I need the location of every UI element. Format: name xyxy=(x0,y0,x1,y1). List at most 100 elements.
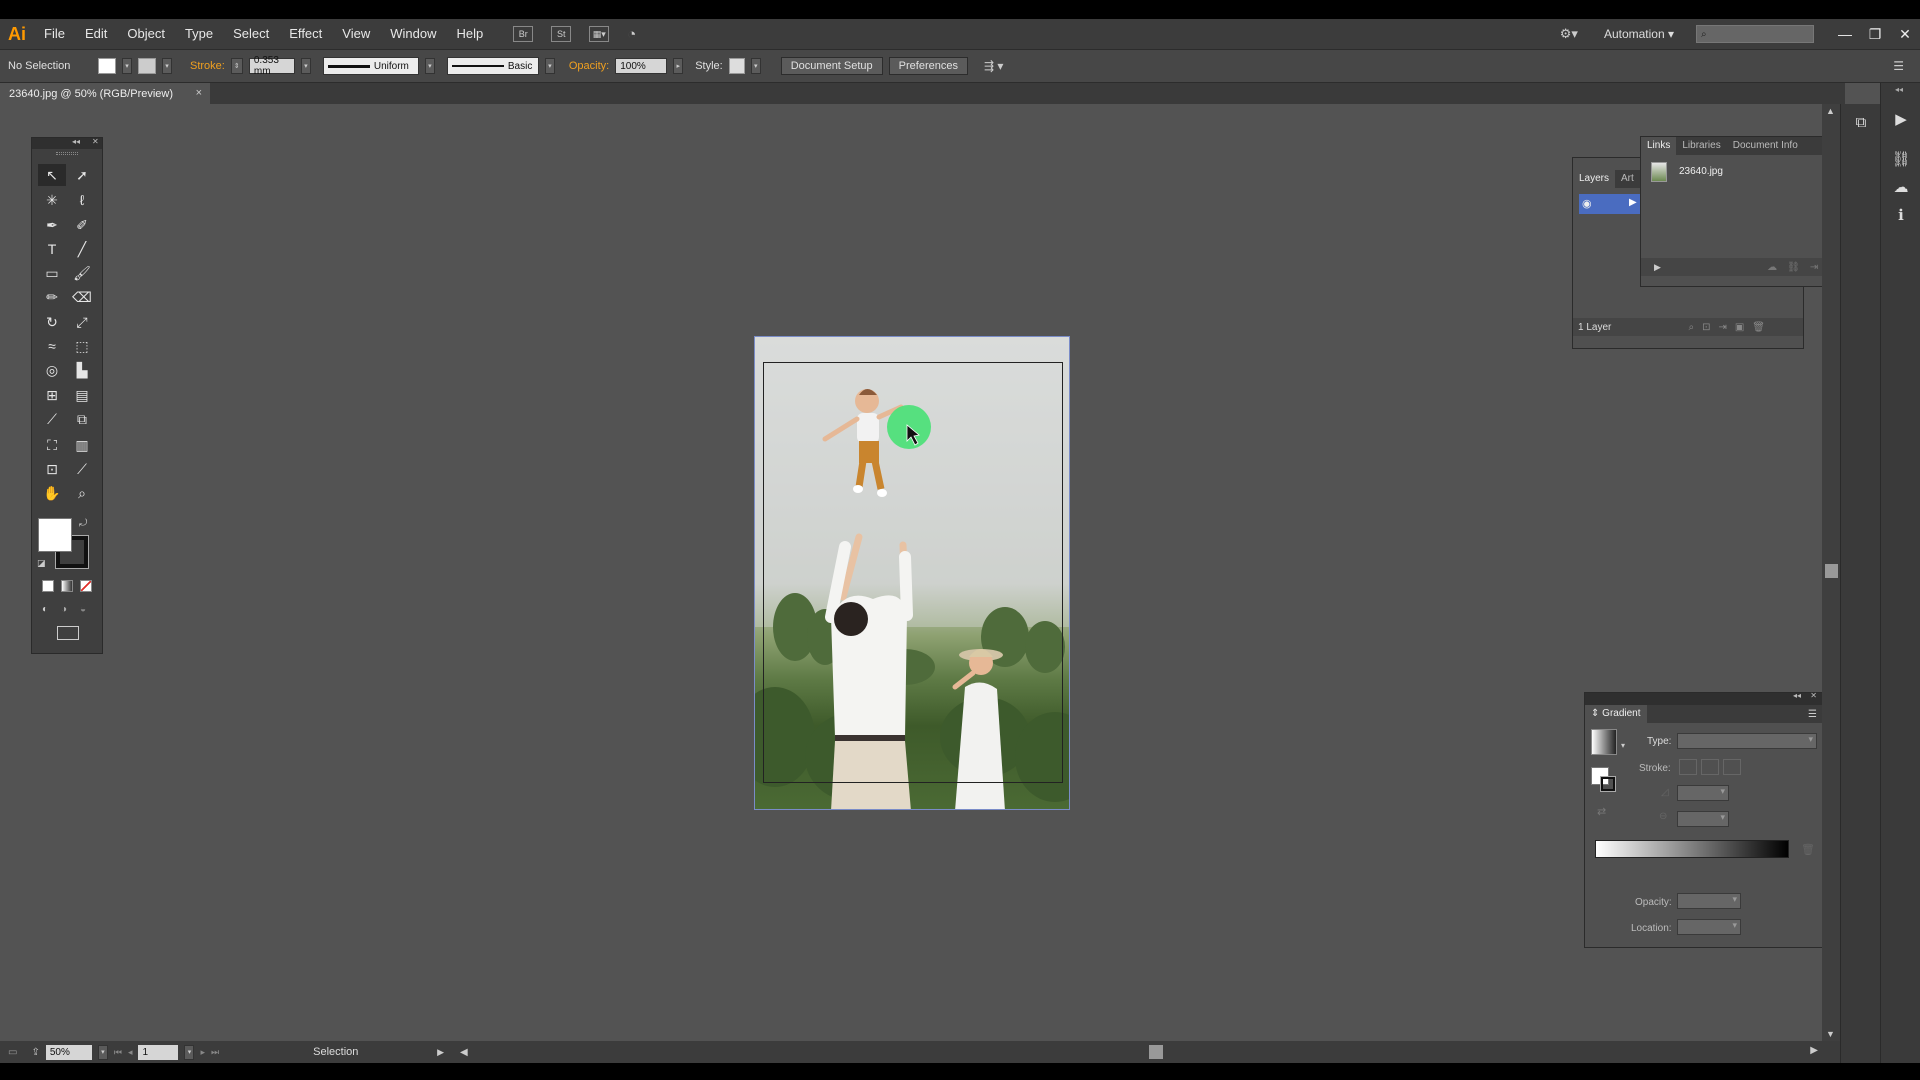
sync-icon[interactable]: ⚙▾ xyxy=(1560,26,1578,42)
show-link-info-icon[interactable]: ▶ xyxy=(1654,262,1661,273)
column-graph-tool-icon[interactable]: ▥ xyxy=(68,434,96,456)
document-tab[interactable]: 23640.jpg @ 50% (RGB/Preview) × xyxy=(0,83,210,104)
lasso-tool-icon[interactable]: ℓ xyxy=(68,189,96,211)
stroke-weight-stepper[interactable]: ⇕ xyxy=(230,58,243,74)
horizontal-scrollbar[interactable]: ▶ xyxy=(496,1041,1822,1063)
opacity-label[interactable]: Opacity: xyxy=(569,60,609,72)
opacity-arrow[interactable]: ▸ xyxy=(673,58,684,74)
tab-artboards[interactable]: Art xyxy=(1615,170,1640,188)
direct-selection-tool-icon[interactable]: ➚ xyxy=(68,164,96,186)
stroke-weight-dropdown[interactable]: ▾ xyxy=(300,58,311,74)
actions-panel-icon[interactable]: ▶ xyxy=(1889,107,1913,131)
stroke-weight-field[interactable]: 0.353 mm xyxy=(248,55,295,77)
share-icon[interactable]: ⇪ xyxy=(31,1047,39,1058)
shape-builder-tool-icon[interactable]: ◎ xyxy=(38,359,66,381)
symbol-sprayer-tool-icon[interactable]: ⛶ xyxy=(38,434,66,456)
tab-layers[interactable]: Layers xyxy=(1573,170,1616,188)
tab-gradient[interactable]: ⇕ Gradient xyxy=(1585,705,1647,723)
first-artboard-icon[interactable]: ⏮ xyxy=(114,1047,122,1058)
blend-tool-icon[interactable]: ⧉ xyxy=(68,408,96,430)
gradient-opacity-field[interactable] xyxy=(1677,893,1741,909)
aspect-ratio-field[interactable] xyxy=(1677,811,1729,827)
stock-icon[interactable]: St xyxy=(551,26,572,42)
layers-footer-icons[interactable]: ⌕⊡⇥▣🗑 xyxy=(1688,322,1773,333)
tools-panel-header[interactable]: ◂◂ ✕ xyxy=(32,137,102,149)
menu-file[interactable]: File xyxy=(34,19,75,49)
scroll-down-arrow[interactable]: ▼ xyxy=(1826,1029,1835,1039)
document-info-panel-icon[interactable]: ℹ xyxy=(1889,203,1913,227)
stroke-along-icon[interactable] xyxy=(1701,759,1719,775)
artboard-dropdown[interactable]: ▾ xyxy=(184,1044,195,1060)
menu-help[interactable]: Help xyxy=(446,19,493,49)
close-gradient-icon[interactable]: ✕ xyxy=(1810,691,1817,700)
draw-normal-icon[interactable]: ◐ xyxy=(42,604,48,615)
zoom-field[interactable]: 50% xyxy=(45,1044,92,1060)
eyedropper-tool-icon[interactable]: ⟋ xyxy=(38,408,66,430)
pencil-tool-icon[interactable]: ✏ xyxy=(38,286,66,308)
draw-behind-icon[interactable]: ◑ xyxy=(61,604,67,615)
prev-artboard-icon[interactable]: ◂ xyxy=(128,1047,133,1058)
gradient-location-field[interactable] xyxy=(1677,919,1741,935)
none-mode-icon[interactable] xyxy=(80,580,92,592)
dock-collapse-icon[interactable]: ◂◂ xyxy=(1895,85,1903,94)
close-tab-icon[interactable]: × xyxy=(196,87,202,99)
selection-tool-icon[interactable]: ↖ xyxy=(38,164,66,186)
angle-field[interactable] xyxy=(1677,785,1729,801)
gradient-panel-menu-icon[interactable]: ☰ xyxy=(1808,709,1817,720)
screen-mode-icon[interactable] xyxy=(57,626,79,640)
scroll-up-arrow[interactable]: ▲ xyxy=(1826,106,1835,116)
current-tool-status[interactable]: Selection xyxy=(313,1046,431,1058)
rectangle-tool-icon[interactable]: ▭ xyxy=(38,262,66,284)
arrange-documents-icon[interactable]: ▦▾ xyxy=(589,26,610,42)
stroke-swatch[interactable] xyxy=(138,58,156,74)
scale-tool-icon[interactable]: ⤢ xyxy=(68,311,96,333)
pen-tool-icon[interactable]: ✒ xyxy=(38,214,66,236)
reverse-gradient-icon[interactable]: ⇄ xyxy=(1597,805,1606,818)
stroke-across-icon[interactable] xyxy=(1723,759,1741,775)
menu-window[interactable]: Window xyxy=(380,19,446,49)
eraser-tool-icon[interactable]: ⌫ xyxy=(68,286,96,308)
close-window-button[interactable]: ✕ xyxy=(1890,19,1920,49)
gradient-preview-swatch[interactable] xyxy=(1591,729,1617,755)
opacity-field[interactable]: 100% xyxy=(615,58,668,74)
control-panel-menu-icon[interactable]: ☰ xyxy=(1893,59,1904,73)
menu-object[interactable]: Object xyxy=(117,19,175,49)
menu-effect[interactable]: Effect xyxy=(279,19,332,49)
swap-fill-stroke-icon[interactable]: ⤾ xyxy=(79,518,87,529)
bridge-icon[interactable]: Br xyxy=(513,26,534,42)
menu-type[interactable]: Type xyxy=(175,19,223,49)
zoom-dropdown[interactable]: ▾ xyxy=(97,1044,108,1060)
stroke-gradient-options[interactable] xyxy=(1679,759,1743,775)
close-tools-icon[interactable]: ✕ xyxy=(92,137,99,146)
fill-dropdown[interactable]: ▾ xyxy=(122,58,132,74)
menu-select[interactable]: Select xyxy=(223,19,279,49)
vertical-scroll-thumb[interactable] xyxy=(1825,564,1838,578)
delete-stop-icon[interactable]: 🗑 xyxy=(1801,843,1815,856)
profile-dropdown[interactable]: ▾ xyxy=(424,58,435,74)
collapse-tools-icon[interactable]: ◂◂ xyxy=(72,137,80,146)
gradient-type-select[interactable] xyxy=(1677,733,1817,749)
scroll-left-arrow[interactable]: ◀ xyxy=(460,1047,468,1058)
artboard-tool-icon[interactable]: ⊡ xyxy=(38,458,66,480)
perspective-grid-tool-icon[interactable]: ▙ xyxy=(68,359,96,381)
vertical-scrollbar[interactable]: ▲ ▼ xyxy=(1822,104,1840,1041)
menu-view[interactable]: View xyxy=(332,19,380,49)
brush-dropdown[interactable]: ▾ xyxy=(544,58,555,74)
artboard[interactable] xyxy=(754,336,1070,810)
gpu-performance-icon[interactable]: ◔ xyxy=(627,26,636,43)
fill-swatch[interactable] xyxy=(98,58,116,74)
type-tool-icon[interactable]: T xyxy=(38,238,66,260)
scroll-right-arrow[interactable]: ▶ xyxy=(1810,1045,1818,1056)
status-menu-arrow[interactable]: ▶ xyxy=(437,1047,444,1058)
transform-panel-icon[interactable]: ⧉ xyxy=(1849,110,1873,134)
graphic-style-swatch[interactable] xyxy=(728,58,745,74)
free-transform-tool-icon[interactable]: ⬚ xyxy=(68,335,96,357)
variable-width-profile[interactable]: Uniform xyxy=(322,57,419,75)
restore-button[interactable]: ❐ xyxy=(1860,19,1890,49)
libraries-panel-icon[interactable]: ☁ xyxy=(1889,175,1913,199)
gradient-slider[interactable] xyxy=(1595,840,1789,858)
status-view-icon[interactable]: ▭ xyxy=(8,1047,17,1058)
curvature-tool-icon[interactable]: ✐ xyxy=(68,214,96,236)
menu-edit[interactable]: Edit xyxy=(75,19,117,49)
last-artboard-icon[interactable]: ⏭ xyxy=(211,1047,219,1058)
